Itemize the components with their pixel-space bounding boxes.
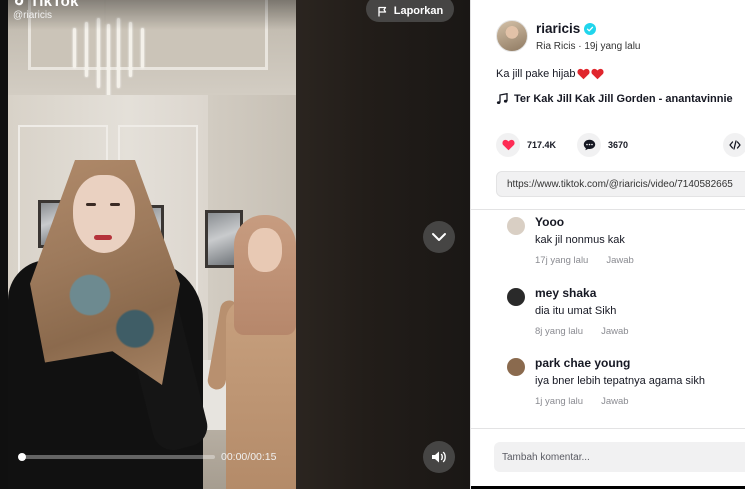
commenter-avatar[interactable] [507, 358, 525, 376]
like-count: 717.4K [527, 140, 557, 150]
video-url-field[interactable]: https://www.tiktok.com/@riaricis/video/7… [496, 171, 745, 197]
comment-time: 17j yang lalu [535, 255, 589, 266]
comment-text: kak jil nonmus kak [535, 234, 625, 246]
reply-button[interactable]: Jawab [601, 396, 628, 407]
video-progress-bar[interactable] [20, 455, 215, 459]
commenter-name[interactable]: Yooo [535, 215, 745, 231]
code-embed-icon [729, 140, 741, 150]
commenter-name[interactable]: park chae young [535, 356, 745, 372]
report-button-label: Laporkan [393, 5, 444, 17]
comment-bubble-icon [583, 139, 595, 151]
commenter-name[interactable]: mey shaka [535, 286, 745, 302]
speaker-icon [432, 451, 446, 463]
author-subline: Ria Ricis · 19j yang lalu [536, 41, 641, 52]
comment-time: 8j yang lalu [535, 326, 584, 337]
video-player[interactable]: TikTok @riaricis Laporkan 00:00/00:15 [0, 0, 470, 489]
heart-icon [501, 139, 515, 151]
comment-count: 3670 [608, 140, 629, 150]
music-link[interactable]: Ter Kak Jill Kak Jill Gorden - anantavin… [496, 93, 733, 105]
commenter-avatar[interactable] [507, 217, 525, 235]
comment-meta: 1j yang lalu Jawab [535, 396, 745, 407]
author-username-text: riaricis [536, 21, 581, 36]
detail-panel: riaricis Ria Ricis · 19j yang lalu Ka ji… [470, 0, 745, 489]
video-frame[interactable] [8, 0, 296, 489]
red-heart-icon [590, 68, 604, 80]
comment-input[interactable]: Tambah komentar... [494, 442, 745, 472]
author-avatar[interactable] [496, 20, 528, 52]
video-gutter [0, 0, 8, 489]
verified-badge-icon [584, 22, 597, 35]
comment-meta: 8j yang lalu Jawab [535, 326, 745, 337]
comment-text: iya bner lebih tepatnya agama sikh [535, 375, 705, 387]
chevron-down-icon [432, 233, 446, 241]
comment-item: park chae young iya bner lebih tepatnya … [507, 356, 745, 407]
person-eye [86, 203, 96, 206]
tiktok-watermark: TikTok [14, 0, 79, 10]
author-username[interactable]: riaricis [536, 21, 597, 36]
post-caption: Ka jill pake hijab [496, 68, 604, 80]
like-button[interactable] [496, 133, 520, 157]
video-time: 00:00/00:15 [221, 451, 277, 463]
music-title: Ter Kak Jill Kak Jill Gorden - anantavin… [514, 93, 733, 105]
comment-compose-bar: Tambah komentar... [471, 428, 745, 489]
video-progress-handle[interactable] [18, 453, 26, 461]
report-button[interactable]: Laporkan [366, 0, 454, 22]
comment-item: mey shaka dia itu umat Sikh 8j yang lalu… [507, 286, 745, 337]
post-header: riaricis Ria Ricis · 19j yang lalu Ka ji… [471, 0, 745, 210]
person-eye [110, 203, 120, 206]
person-lips [94, 235, 112, 240]
tiktok-logo-icon [15, 0, 24, 6]
commenter-avatar[interactable] [507, 288, 525, 306]
engagement-stats: 717.4K 3670 [496, 133, 628, 157]
person-secondary-face [248, 228, 282, 272]
comment-text: dia itu umat Sikh [535, 305, 617, 317]
reply-button[interactable]: Jawab [606, 255, 633, 266]
person-main-face [73, 175, 135, 253]
comment-button[interactable] [577, 133, 602, 157]
next-video-button[interactable] [423, 221, 455, 253]
red-heart-icon [576, 68, 590, 80]
post-caption-text: Ka jill pake hijab [496, 68, 576, 80]
author-display-name: Ria Ricis [536, 41, 576, 52]
post-time: 19j yang lalu [584, 41, 641, 52]
volume-button[interactable] [423, 441, 455, 473]
comment-time: 1j yang lalu [535, 396, 584, 407]
flag-icon [378, 6, 386, 16]
video-handle: @riaricis [13, 10, 53, 21]
music-note-icon [496, 93, 508, 104]
embed-button[interactable] [723, 133, 745, 157]
comment-item: Yooo kak jil nonmus kak 17j yang lalu Ja… [507, 215, 745, 266]
reply-button[interactable]: Jawab [601, 326, 628, 337]
comment-list[interactable]: Yooo kak jil nonmus kak 17j yang lalu Ja… [471, 210, 745, 428]
comment-meta: 17j yang lalu Jawab [535, 255, 745, 266]
tiktok-watermark-text: TikTok [30, 0, 79, 10]
